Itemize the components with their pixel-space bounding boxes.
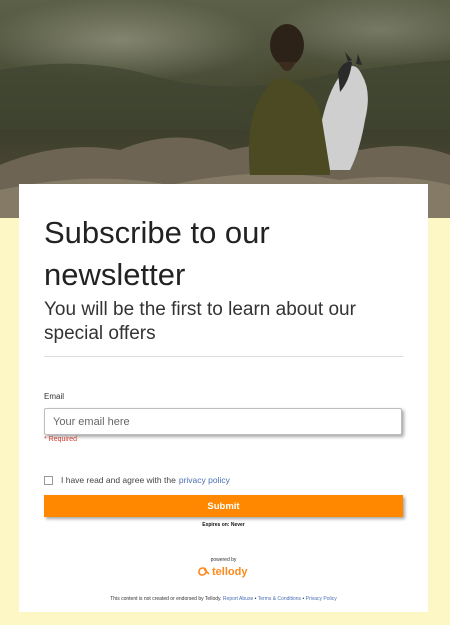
subscribe-card: Subscribe to our newsletter You will be … — [19, 184, 428, 612]
footer-separator: • — [254, 596, 257, 602]
required-note: * Required — [44, 436, 78, 443]
tellody-logo-icon — [198, 567, 210, 576]
expires-text: Expires on: Never — [202, 522, 245, 528]
terms-link[interactable]: Terms & Conditions — [258, 596, 301, 602]
footer-privacy-link[interactable]: Privacy Policy — [306, 596, 337, 602]
email-label: Email — [44, 392, 65, 401]
consent-checkbox[interactable] — [44, 475, 53, 485]
tellody-logo[interactable]: tellody — [197, 566, 247, 578]
page-title: Subscribe to our newsletter — [44, 215, 270, 292]
report-abuse-link[interactable]: Report Abuse — [223, 596, 253, 602]
divider — [44, 356, 403, 357]
consent-row: I have read and agree with the privacy p… — [44, 475, 230, 485]
privacy-policy-link[interactable]: privacy policy — [179, 475, 230, 485]
page-subtitle: You will be the first to learn about our… — [44, 299, 356, 344]
footer-separator: • — [302, 596, 305, 602]
powered-by-text: powered by — [210, 557, 237, 563]
logo-text: tellody — [212, 566, 248, 578]
submit-button[interactable]: Submit — [44, 495, 403, 517]
consent-text: I have read and agree with the — [61, 475, 176, 485]
footer-disclaimer: This content is not created or endorsed … — [110, 596, 222, 602]
email-input[interactable] — [44, 408, 402, 435]
footer: This content is not created or endorsed … — [19, 596, 428, 602]
